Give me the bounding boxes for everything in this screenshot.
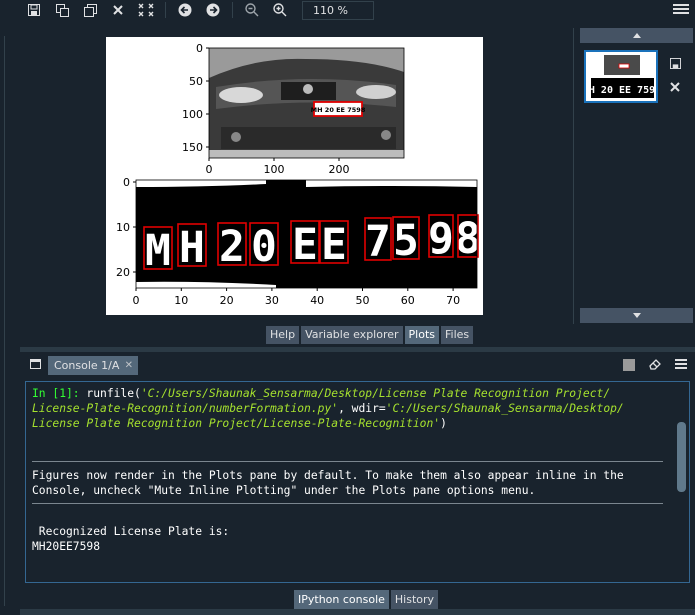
close-icon[interactable] (104, 0, 132, 20)
info-text: Figures now render in the Plots pane by … (32, 469, 624, 482)
bottom-x-tick: 10 (174, 294, 188, 307)
wdir-path: 'C:/Users/Shaunak_Sensarma/Desktop/ (385, 402, 624, 415)
tab-history[interactable]: History (390, 590, 439, 609)
toolbar-separator (165, 2, 166, 18)
tab-files[interactable]: Files (441, 326, 474, 344)
bottom-x-tick: 40 (310, 294, 324, 307)
thumbnail-tools (668, 56, 682, 104)
thumbnails-scroll-up-button[interactable] (580, 28, 693, 43)
output-text: MH20EE7598 (32, 540, 101, 553)
top-x-tick: 100 (264, 163, 285, 176)
tab-plots[interactable]: Plots (404, 326, 440, 344)
plot-thumbnail[interactable]: MH 20 EE 7598 (583, 50, 661, 103)
bottom-x-tick: 70 (446, 294, 460, 307)
bottom-y-tick: 0 (123, 176, 130, 189)
ipython-console[interactable]: In [1]: runfile('C:/Users/Shaunak_Sensar… (25, 381, 690, 583)
thumbnails-scroll-down-button[interactable] (580, 308, 693, 323)
wdir-path-cont: License Plate Recognition Project/Licens… (32, 417, 441, 430)
console-options-menu-icon[interactable] (675, 358, 687, 370)
window-icon[interactable] (30, 359, 41, 369)
top-y-tick: 100 (182, 108, 203, 121)
top-axes: MH 20 EE 7598 0 50 100 150 0 100 200 (182, 42, 405, 176)
thumbnail-sidebar: MH 20 EE 7598 (578, 28, 693, 324)
console-tab-bar: IPython console History (294, 590, 439, 609)
console-header: Console 1/A ✕ (20, 355, 695, 375)
copy-icon[interactable] (76, 0, 104, 20)
top-y-tick: 150 (182, 141, 203, 154)
console-divider (32, 503, 663, 504)
close-all-icon[interactable] (132, 0, 160, 20)
zoom-in-icon[interactable] (266, 0, 294, 20)
status-strip (20, 609, 695, 615)
close-icon[interactable] (668, 80, 682, 94)
top-x-tick: 0 (206, 163, 213, 176)
forward-icon[interactable] (199, 0, 227, 20)
wdir-label: , wdir= (338, 402, 386, 415)
console-scrollbar[interactable] (677, 422, 686, 492)
tab-help[interactable]: Help (266, 326, 300, 344)
save-icon[interactable] (20, 0, 48, 20)
bottom-y-tick: 20 (116, 266, 130, 279)
runfile-call: runfile( (79, 387, 141, 400)
console-tab-label: Console 1/A (54, 359, 120, 372)
bottom-x-tick: 30 (265, 294, 279, 307)
thumbnail-plate-text: MH 20 EE 7598 (586, 85, 656, 96)
input-prompt: In [1]: (32, 387, 80, 400)
plots-pane: MH 20 EE 7598 0 50 100 150 0 100 200 M H… (20, 22, 695, 326)
save-all-icon[interactable] (48, 0, 76, 20)
chevron-down-icon (632, 313, 641, 318)
console-divider (32, 461, 663, 462)
options-menu-icon[interactable] (673, 0, 689, 18)
chevron-up-icon (632, 33, 641, 38)
console-tab[interactable]: Console 1/A ✕ (48, 356, 138, 375)
output-text: Recognized License Plate is: (32, 525, 230, 538)
script-path-cont: License-Plate-Recognition/numberFormatio… (32, 402, 339, 415)
bottom-x-tick: 0 (133, 294, 140, 307)
left-dock-strip (0, 0, 20, 615)
pane-tab-bar: Help Variable explorer Plots Files (266, 326, 474, 344)
plot-figure: MH 20 EE 7598 0 50 100 150 0 100 200 M H… (106, 37, 483, 315)
top-y-tick: 50 (189, 75, 203, 88)
pane-splitter[interactable] (20, 347, 695, 352)
close-paren: ) (440, 417, 447, 430)
plots-toolbar: 110 % (20, 0, 695, 20)
bottom-x-tick: 60 (401, 294, 415, 307)
tab-ipython-console[interactable]: IPython console (294, 590, 389, 609)
save-icon[interactable] (668, 56, 682, 70)
left-panel-border (4, 36, 14, 606)
bottom-x-tick: 50 (356, 294, 370, 307)
zoom-out-icon[interactable] (238, 0, 266, 20)
top-x-tick: 200 (329, 163, 350, 176)
tab-variable-explorer[interactable]: Variable explorer (301, 326, 403, 344)
toolbar-separator (232, 2, 233, 18)
back-icon[interactable] (171, 0, 199, 20)
car-plate-text: MH 20 EE 7598 (311, 106, 366, 114)
close-tab-icon[interactable]: ✕ (125, 356, 133, 375)
thumbnail-separator (573, 28, 574, 324)
bottom-y-tick: 10 (116, 221, 130, 234)
top-y-tick: 0 (196, 42, 203, 55)
zoom-level-field[interactable]: 110 % (302, 0, 374, 20)
bottom-x-tick: 20 (220, 294, 234, 307)
stop-icon[interactable] (623, 359, 635, 371)
info-text: Console, uncheck "Mute Inline Plotting" … (32, 484, 536, 497)
script-path: 'C:/Users/Shaunak_Sensarma/Desktop/Licen… (140, 387, 611, 400)
eraser-icon[interactable] (648, 358, 662, 373)
bottom-axes: MH20EE7598 0 10 20 0 10 20 30 40 50 60 70 (116, 176, 481, 307)
